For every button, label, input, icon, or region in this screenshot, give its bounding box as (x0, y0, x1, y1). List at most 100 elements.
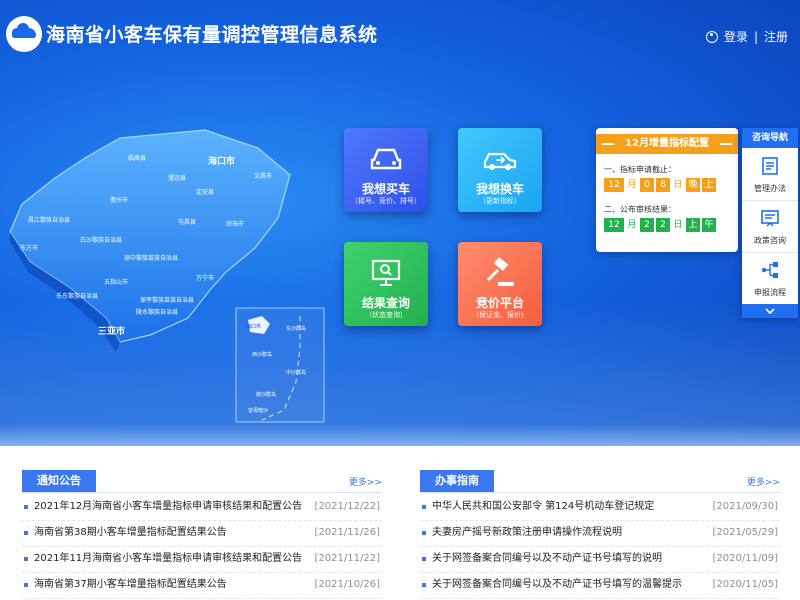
tile-title: 竞价平台 (475, 296, 524, 310)
consult-nav: 咨询导航 管理办法 政策咨询 申报流程 (742, 128, 798, 318)
tile-title: 我想换车 (475, 182, 524, 196)
list-item[interactable]: 海南省第37期小客车增量指标配置结果公告 [2021/10/26] (22, 572, 382, 599)
document-icon (762, 157, 778, 175)
inset-label: 曾母暗沙 (248, 407, 268, 414)
date-cell: 午 (702, 218, 716, 232)
inset-label: 南沙群岛 (256, 391, 276, 398)
date-cell: 日 (673, 220, 683, 230)
map-label: 文昌市 (254, 172, 272, 180)
step2-label: 二、公布审核结果： (604, 205, 676, 214)
nav-item-regulations[interactable]: 管理办法 (742, 148, 798, 201)
list-item-date: [2021/09/30] (712, 501, 778, 512)
list-item-title: 夫妻房产摇号新政策注册申请操作流程说明 (432, 527, 622, 538)
hainan-map: 海口市 三亚市 临高县 澄迈县 儋州市 定安县 屯昌县 琼海市 昌江黎族自治县 … (9, 129, 325, 423)
list-item-date: [2020/11/09] (712, 553, 778, 564)
list-item-date: [2020/11/05] (712, 579, 778, 590)
register-link[interactable]: 注册 (764, 28, 788, 45)
guide-tab[interactable]: 办事指南 (420, 470, 494, 492)
map-label: 儋州市 (110, 196, 128, 204)
list-item[interactable]: 关于网签备案合同编号以及不动产证书号填写的温馨提示 [2020/11/05] (420, 572, 780, 599)
monitor-search-icon (371, 259, 401, 286)
list-item[interactable]: 海南省第38期小客车增量指标配置结果公告 [2021/11/26] (22, 520, 382, 547)
user-icon (705, 30, 718, 43)
tile-subtitle: （状态查询） (365, 311, 407, 319)
map-label: 琼中黎族苗族自治县 (124, 254, 178, 262)
allocation-card: 12月增量指标配置 一、指标申请截止： 12 月 0 8 日 晚 上 二、公布审… (596, 128, 738, 252)
flow-icon (761, 262, 778, 278)
nav-item-process[interactable]: 申报流程 (742, 252, 798, 305)
logo-icon (6, 16, 42, 52)
guide-panel: 办事指南 更多>> 中华人民共和国公安部令 第124号机动车登记规定 [2021… (420, 470, 780, 599)
bullet-icon (422, 505, 426, 509)
nav-item-label: 申报流程 (754, 288, 786, 297)
date-cell: 上 (702, 178, 716, 192)
date-cell: 月 (627, 220, 637, 230)
date-cell: 8 (656, 178, 670, 192)
bullet-icon (422, 583, 426, 587)
nav-expand-button[interactable] (742, 304, 798, 318)
result-query-tile[interactable]: 结果查询 （状态查询） (344, 242, 428, 326)
hero-banner: 海南省小客车保有量调控管理信息系统 登录 | 注册 海口市 三亚市 临高县 澄迈… (0, 0, 800, 446)
bullet-icon (24, 583, 28, 587)
login-link[interactable]: 登录 (724, 28, 748, 45)
notices-header: 通知公告 更多>> (22, 470, 382, 493)
list-item-title: 2021年12月海南省小客车增量指标申请审核结果和配置公告 (34, 501, 303, 512)
tile-title: 结果查询 (361, 296, 410, 310)
map-label: 白沙黎族自治县 (80, 236, 122, 244)
list-item[interactable]: 中华人民共和国公安部令 第124号机动车登记规定 [2021/09/30] (420, 494, 780, 521)
list-item-title: 中华人民共和国公安部令 第124号机动车登记规定 (432, 501, 655, 512)
list-item[interactable]: 夫妻房产摇号新政策注册申请操作流程说明 [2021/05/29] (420, 520, 780, 547)
car-swap-icon (483, 152, 517, 170)
date-cell: 0 (640, 178, 654, 192)
bidding-platform-tile[interactable]: 竞价平台 （保证金、报价） (458, 242, 542, 326)
step1-label: 一、指标申请截止： (604, 165, 676, 174)
date-cell: 2 (656, 218, 670, 232)
map-label: 陵水黎族自治县 (136, 308, 178, 316)
notices-more-link[interactable]: 更多>> (349, 475, 382, 488)
policy-icon (761, 210, 779, 227)
map-label: 临高县 (128, 154, 146, 162)
map-label: 三亚市 (98, 325, 125, 337)
change-car-tile[interactable]: 我想换车 （更新指标） (458, 128, 542, 212)
tile-subtitle: （摇号、竞价、排号） (351, 197, 421, 205)
map-label: 万宁市 (196, 274, 214, 282)
buy-car-tile[interactable]: 我想买车 （摇号、竞价、排号） (344, 128, 428, 212)
nav-item-policy[interactable]: 政策咨询 (742, 200, 798, 253)
date-cell: 12 (604, 218, 624, 232)
car-icon (370, 148, 402, 170)
date-cell: 日 (673, 180, 683, 190)
map-label: 昌江黎族自治县 (28, 216, 70, 224)
inset-label: 中沙群岛 (286, 369, 306, 376)
inset-label: 西沙群岛 (252, 351, 272, 358)
tile-subtitle: （保证金、报价） (472, 311, 528, 319)
list-item[interactable]: 2021年11月海南省小客车增量指标申请审核结果和配置公告 [2021/11/2… (22, 546, 382, 573)
step2-date: 12 月 2 2 日 上 午 (604, 218, 716, 232)
site-title: 海南省小客车保有量调控管理信息系统 (46, 24, 378, 46)
gavel-icon (486, 258, 514, 286)
list-item-title: 海南省第37期小客车增量指标配置结果公告 (34, 579, 227, 590)
list-item[interactable]: 关于网签备案合同编号以及不动产证书号填写的说明 [2020/11/09] (420, 546, 780, 573)
notices-tab[interactable]: 通知公告 (22, 470, 96, 492)
bullet-icon (24, 557, 28, 561)
site-header: 海南省小客车保有量调控管理信息系统 登录 | 注册 (0, 0, 800, 68)
bullet-icon (422, 531, 426, 535)
list-item-title: 海南省第38期小客车增量指标配置结果公告 (34, 527, 227, 538)
date-cell: 上 (686, 218, 700, 232)
bullet-icon (24, 531, 28, 535)
allocation-title: 12月增量指标配置 (596, 134, 738, 154)
list-item[interactable]: 2021年12月海南省小客车增量指标申请审核结果和配置公告 [2021/12/2… (22, 494, 382, 521)
divider: | (753, 29, 758, 44)
user-links: 登录 | 注册 (705, 28, 788, 45)
map-label: 定安县 (196, 188, 214, 196)
bullet-icon (422, 557, 426, 561)
nav-item-label: 管理办法 (754, 184, 786, 193)
guide-header: 办事指南 更多>> (420, 470, 780, 493)
date-cell: 2 (640, 218, 654, 232)
bullet-icon (24, 505, 28, 509)
list-item-date: [2021/11/22] (314, 553, 380, 564)
tile-subtitle: （更新指标） (479, 197, 521, 205)
date-cell: 月 (627, 180, 637, 190)
guide-more-link[interactable]: 更多>> (747, 475, 780, 488)
map-label: 屯昌县 (178, 218, 196, 226)
map-label: 五指山市 (104, 278, 128, 286)
